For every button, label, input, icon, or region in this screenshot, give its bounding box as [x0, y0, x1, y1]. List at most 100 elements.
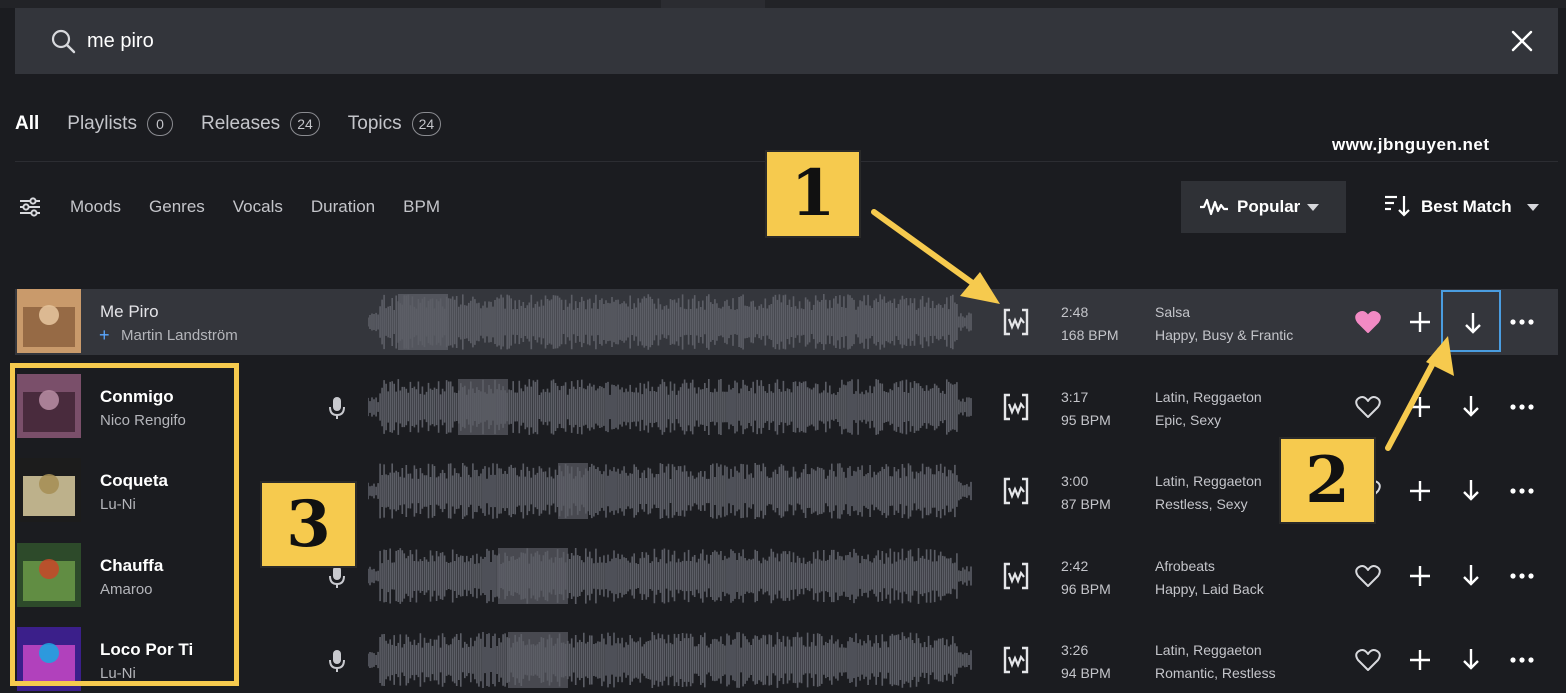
- search-icon: [51, 29, 76, 54]
- download-button[interactable]: [1441, 375, 1501, 437]
- search-bar: [15, 8, 1558, 74]
- filter-genres[interactable]: Genres: [149, 197, 205, 217]
- more-icon[interactable]: [1509, 568, 1535, 584]
- watermark: www.jbnguyen.net: [1332, 135, 1490, 154]
- annotation-2: 2: [1279, 437, 1376, 524]
- filter-moods[interactable]: Moods: [70, 197, 121, 217]
- waveform[interactable]: [368, 294, 973, 350]
- download-icon: [1463, 565, 1479, 586]
- count-badge: 24: [411, 112, 442, 136]
- heart-icon[interactable]: [1355, 395, 1381, 419]
- track-genres[interactable]: Latin, Reggaeton: [1155, 642, 1262, 658]
- track-row[interactable]: Loco Por Ti Lu-Ni 3:26 94 BPM Latin, Reg…: [15, 627, 1558, 693]
- results-tabs: All Playlists 0 Releases 24 Topics 24: [15, 108, 469, 140]
- tab-topics[interactable]: Topics 24: [347, 112, 442, 136]
- download-button[interactable]: [1441, 290, 1501, 352]
- track-moods[interactable]: Happy, Busy & Frantic: [1155, 327, 1293, 343]
- popular-dropdown[interactable]: Popular: [1181, 181, 1346, 233]
- sort-label: Best Match: [1421, 197, 1512, 216]
- chevron-down-icon: [1527, 204, 1539, 211]
- track-bpm: 168 BPM: [1061, 327, 1119, 343]
- waveform[interactable]: [368, 548, 973, 604]
- filter-bar: Moods Genres Vocals Duration BPM: [18, 194, 468, 220]
- filter-duration[interactable]: Duration: [311, 197, 375, 217]
- download-button[interactable]: [1441, 544, 1501, 606]
- sliders-icon[interactable]: [18, 195, 42, 219]
- filter-bpm[interactable]: BPM: [403, 197, 440, 217]
- track-duration: 3:00: [1061, 473, 1089, 489]
- track-duration: 2:48: [1061, 304, 1089, 320]
- count-badge: 0: [146, 112, 173, 136]
- track-moods[interactable]: Epic, Sexy: [1155, 412, 1221, 428]
- track-genres[interactable]: Salsa: [1155, 304, 1190, 320]
- stems-icon[interactable]: [1003, 393, 1029, 421]
- track-duration: 2:42: [1061, 558, 1089, 574]
- chevron-down-icon: [1307, 204, 1319, 211]
- tab-playlists[interactable]: Playlists 0: [67, 112, 173, 136]
- heart-icon[interactable]: [1355, 310, 1381, 334]
- vocals-mic-icon: [329, 397, 345, 419]
- heart-icon[interactable]: [1355, 564, 1381, 588]
- download-icon: [1463, 480, 1479, 501]
- download-icon: [1465, 313, 1481, 334]
- waveform[interactable]: [368, 463, 973, 519]
- stems-icon[interactable]: [1003, 308, 1029, 336]
- tab-label: All: [15, 113, 40, 134]
- add-to-playlist-icon[interactable]: [1408, 395, 1432, 419]
- filter-vocals[interactable]: Vocals: [233, 197, 283, 217]
- annotation-frame-3: [10, 363, 239, 686]
- more-icon[interactable]: [1509, 314, 1535, 330]
- count-badge: 24: [290, 112, 320, 136]
- tab-releases[interactable]: Releases 24: [201, 112, 320, 136]
- track-row[interactable]: Me Piro + Martin Landström 2:48 168 BPM …: [15, 289, 1558, 355]
- top-strip: [0, 0, 1566, 8]
- stems-icon[interactable]: [1003, 477, 1029, 505]
- album-art[interactable]: [17, 289, 81, 353]
- stems-icon[interactable]: [1003, 562, 1029, 590]
- vocals-mic-icon: [329, 650, 345, 672]
- track-moods[interactable]: Restless, Sexy: [1155, 496, 1248, 512]
- more-icon[interactable]: [1509, 399, 1535, 415]
- track-genres[interactable]: Latin, Reggaeton: [1155, 473, 1262, 489]
- sort-icon: [1385, 195, 1410, 217]
- follow-artist-icon[interactable]: +: [99, 326, 110, 344]
- stems-icon[interactable]: [1003, 646, 1029, 674]
- add-to-playlist-icon[interactable]: [1408, 310, 1432, 334]
- waveform[interactable]: [368, 379, 973, 435]
- search-input[interactable]: [87, 26, 1387, 56]
- track-genres[interactable]: Latin, Reggaeton: [1155, 389, 1262, 405]
- track-bpm: 96 BPM: [1061, 581, 1111, 597]
- track-bpm: 87 BPM: [1061, 496, 1111, 512]
- download-button[interactable]: [1441, 459, 1501, 521]
- download-icon: [1463, 649, 1479, 670]
- more-icon[interactable]: [1509, 483, 1535, 499]
- close-icon[interactable]: [1510, 29, 1534, 53]
- annotation-3: 3: [260, 481, 357, 568]
- vocals-mic-icon: [329, 566, 345, 588]
- waveform[interactable]: [368, 632, 973, 688]
- track-moods[interactable]: Romantic, Restless: [1155, 665, 1276, 681]
- track-bpm: 94 BPM: [1061, 665, 1111, 681]
- add-to-playlist-icon[interactable]: [1408, 479, 1432, 503]
- track-moods[interactable]: Happy, Laid Back: [1155, 581, 1264, 597]
- track-row[interactable]: Chauffa Amaroo 2:42 96 BPM Afrobeats Hap…: [15, 543, 1558, 609]
- download-button[interactable]: [1441, 628, 1501, 690]
- track-artist[interactable]: Martin Landström: [121, 327, 238, 344]
- track-bpm: 95 BPM: [1061, 412, 1111, 428]
- track-row[interactable]: Conmigo Nico Rengifo 3:17 95 BPM Latin, …: [15, 374, 1558, 440]
- heart-icon[interactable]: [1355, 648, 1381, 672]
- more-icon[interactable]: [1509, 652, 1535, 668]
- tab-all[interactable]: All: [15, 113, 39, 135]
- annotation-arrow-1: [871, 209, 988, 295]
- tab-label: Playlists: [67, 113, 137, 134]
- tab-label: Topics: [347, 113, 402, 134]
- track-genres[interactable]: Afrobeats: [1155, 558, 1215, 574]
- annotation-1: 1: [765, 150, 861, 238]
- app-root: All Playlists 0 Releases 24 Topics 24 www.j…: [0, 0, 1566, 693]
- waveform-icon: [1200, 198, 1228, 216]
- tab-label: Releases: [200, 113, 281, 134]
- download-icon: [1463, 396, 1479, 417]
- add-to-playlist-icon[interactable]: [1408, 648, 1432, 672]
- track-title[interactable]: Me Piro: [100, 302, 159, 322]
- add-to-playlist-icon[interactable]: [1408, 564, 1432, 588]
